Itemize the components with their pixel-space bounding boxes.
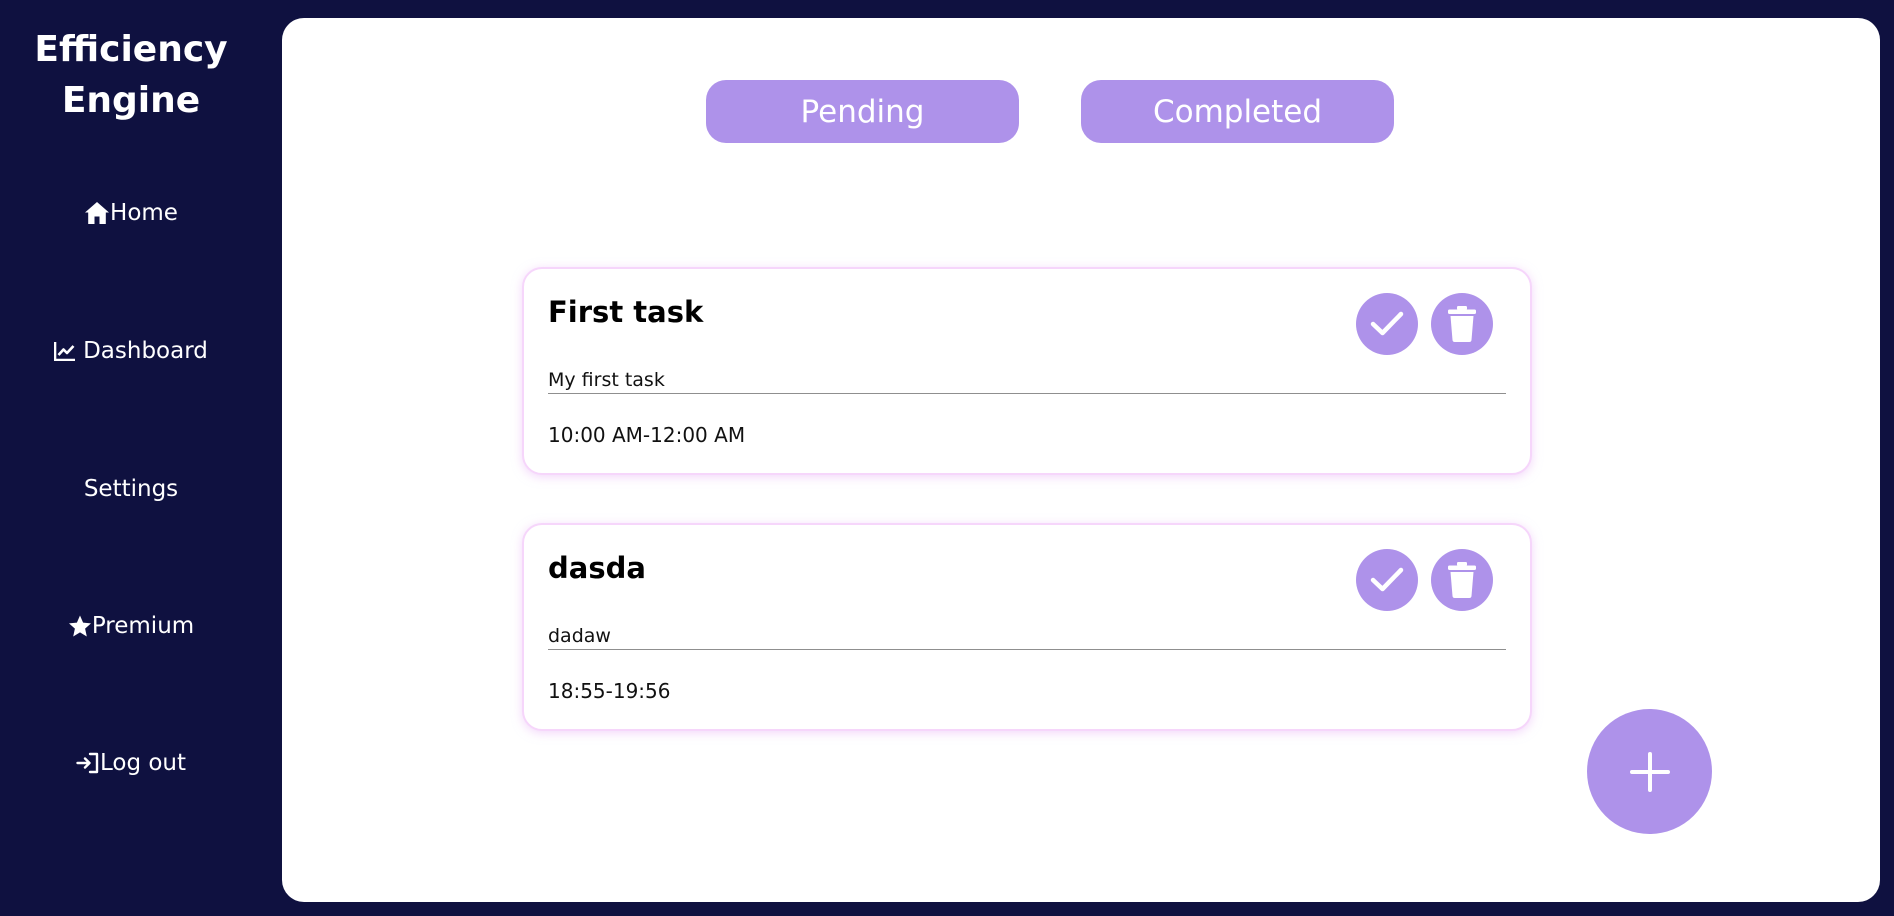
sidebar-item-label: Premium [91,613,195,639]
home-icon [84,201,110,225]
task-title: First task [548,295,704,329]
task-description: My first task [548,369,1506,394]
app-brand: Efficiency Engine [34,29,228,121]
task-card: dasda dadaw 18:55-19:56 [522,523,1532,731]
task-card: First task My first task 10:00 AM-12:00 … [522,267,1532,475]
sidebar-item-logout[interactable]: Log out [0,743,262,783]
task-description: dadaw [548,625,1506,650]
sidebar-item-label: Home [110,200,178,226]
sidebar-item-label: Settings [83,476,179,502]
sidebar-item-settings[interactable]: Settings [0,469,262,509]
task-time: 18:55-19:56 [548,679,671,703]
plus-icon [1629,751,1670,792]
check-icon [1370,311,1404,336]
sidebar-item-home[interactable]: Home [0,193,262,233]
delete-task-button[interactable] [1431,293,1493,355]
chart-line-icon [54,341,76,361]
tab-completed[interactable]: Completed [1081,80,1394,143]
task-time: 10:00 AM-12:00 AM [548,423,746,447]
add-task-button[interactable] [1587,709,1712,834]
check-icon [1370,567,1404,592]
main-panel: Pending Completed First task My first ta… [282,18,1880,902]
sidebar-item-label: Log out [99,750,187,776]
sidebar: Efficiency Engine Home Dashboard Setting… [0,0,282,916]
trash-icon [1448,562,1476,598]
sidebar-item-premium[interactable]: Premium [0,606,262,646]
tab-pending[interactable]: Pending [706,80,1019,143]
task-title: dasda [548,551,646,585]
sign-in-icon [76,752,100,774]
trash-icon [1448,306,1476,342]
complete-task-button[interactable] [1356,293,1418,355]
complete-task-button[interactable] [1356,549,1418,611]
sidebar-item-label: Dashboard [83,338,208,364]
sidebar-item-dashboard[interactable]: Dashboard [0,331,262,371]
delete-task-button[interactable] [1431,549,1493,611]
star-icon [68,615,92,638]
